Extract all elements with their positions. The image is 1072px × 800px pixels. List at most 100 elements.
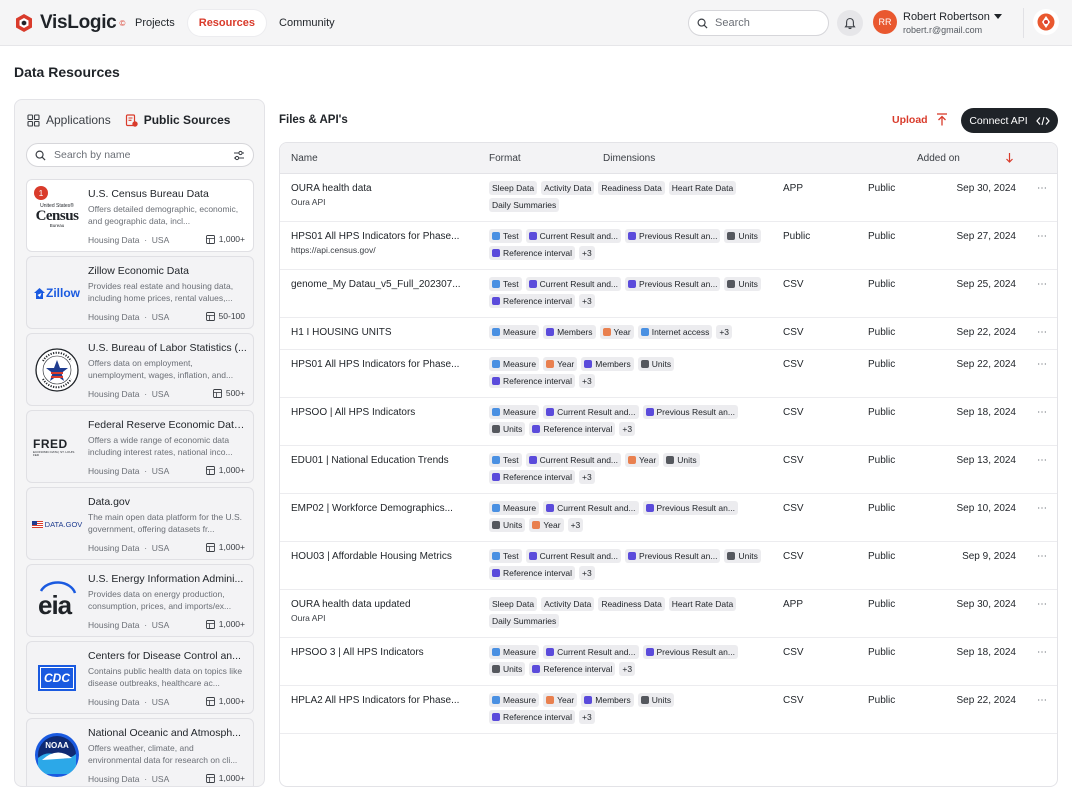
nav-projects[interactable]: Projects [124,10,186,36]
column-name[interactable]: Name [291,153,318,164]
dimension-tag-label: Current Result and... [539,279,619,289]
text-type-icon [492,360,500,368]
source-search-input[interactable] [54,149,225,161]
column-added-on[interactable]: Added on [917,153,960,164]
table-row[interactable]: HPS01 All HPS Indicators for Phase... htt… [280,222,1057,270]
global-search-input[interactable] [715,17,815,29]
source-title: Data.gov [88,496,131,508]
vislogic-logo-icon [16,14,32,32]
source-region: USA [151,235,170,245]
nav-community[interactable]: Community [268,10,346,36]
dimension-tag: Activity Data [541,181,595,195]
source-card[interactable]: U.S. Bureau of Labor Statistics (... Offe… [26,333,254,406]
source-count-value: 500+ [225,388,245,398]
tab-public-sources[interactable]: Public Sources [125,113,230,127]
more-options-icon[interactable]: ⋯ [1037,327,1048,338]
more-options-icon[interactable]: ⋯ [1037,359,1048,370]
nav-resources[interactable]: Resources [187,10,267,36]
column-format[interactable]: Format [489,153,521,164]
dimension-tag-label: Units [503,664,523,674]
app-switcher-button[interactable] [1033,9,1059,35]
more-dimensions-badge[interactable]: +3 [578,294,595,308]
more-options-icon[interactable]: ⋯ [1037,231,1048,242]
source-card[interactable]: United States® Census Bureau 1 U.S. Census B… [26,179,254,252]
global-search[interactable] [688,10,829,36]
source-description: Provides data on energy production, cons… [88,589,232,611]
dimension-tag-label: Activity Data [544,183,592,193]
more-dimensions-badge[interactable]: +3 [578,374,595,388]
table-row[interactable]: OURA health data updated Oura API Sleep Da… [280,590,1057,638]
user-avatar[interactable]: RR [873,10,897,34]
more-options-icon[interactable]: ⋯ [1037,503,1048,514]
more-dimensions-badge[interactable]: +3 [578,710,595,724]
source-region: USA [151,312,170,322]
table-row[interactable]: H1 I HOUSING UNITS Measure Members Year Inte… [280,318,1057,350]
brand-name: VisLogic [40,12,117,33]
row-access: Public [868,231,896,242]
source-count: 1,000+ [205,773,245,783]
more-options-icon[interactable]: ⋯ [1037,551,1048,562]
more-options-icon[interactable]: ⋯ [1037,599,1048,610]
ref-type-icon [645,408,654,416]
table-row[interactable]: OURA health data Oura API Sleep Data Activi… [280,174,1057,222]
more-options-icon[interactable]: ⋯ [1037,183,1048,194]
table-row[interactable]: EDU01 | National Education Trends Test Cur… [280,446,1057,494]
source-card[interactable]: CDC Centers for Disease Control an... Cont… [26,641,254,714]
dimension-tag-label: Units [738,279,758,289]
table-row[interactable]: HOU03 | Affordable Housing Metrics Test Cu… [280,542,1057,590]
table-row[interactable]: HPSOO | All HPS Indicators Measure Current… [280,398,1057,446]
notifications-button[interactable] [837,10,863,36]
text-type-icon [492,552,500,560]
connect-api-button[interactable]: Connect API [961,108,1058,133]
dimension-tag: Previous Result an... [625,229,721,243]
upload-button[interactable]: Upload [892,113,948,126]
table-row[interactable]: genome_My Datau_v5_Full_202307... Test Cur… [280,270,1057,318]
more-options-icon[interactable]: ⋯ [1037,695,1048,706]
source-type-tabs: Applications Public Sources [27,113,230,127]
table-row[interactable]: HPLA2 All HPS Indicators for Phase... Mea… [280,686,1057,734]
more-dimensions-badge[interactable]: +3 [716,325,733,339]
table-row[interactable]: EMP02 | Workforce Demographics... Measure… [280,494,1057,542]
tab-applications[interactable]: Applications [27,113,111,127]
source-meta: Housing Data · USA [88,774,170,784]
source-card[interactable]: FRED ECONOMIC DATA | ST. LOUIS FED Federal… [26,410,254,483]
more-dimensions-badge[interactable]: +3 [578,566,595,580]
more-dimensions-badge[interactable]: +3 [578,470,595,484]
dimension-tag: Heart Rate Data [668,597,737,611]
source-search[interactable] [26,143,254,167]
dimension-tag: Units [724,277,761,291]
source-region: USA [151,389,170,399]
more-dimensions-badge[interactable]: +3 [619,662,636,676]
table-row[interactable]: HPSOO 3 | All HPS Indicators Measure Curre… [280,638,1057,686]
more-dimensions-badge[interactable]: +3 [567,518,584,532]
row-name: HPS01 All HPS Indicators for Phase... [291,231,460,242]
ref-type-icon [628,280,637,288]
row-date: Sep 22, 2024 [956,695,1017,706]
filter-sliders-icon[interactable] [233,150,245,161]
source-meta: Housing Data · USA [88,543,170,553]
caret-down-icon[interactable] [994,14,1002,20]
more-options-icon[interactable]: ⋯ [1037,647,1048,658]
source-card[interactable]: Zillow Zillow Economic Data Provides real … [26,256,254,329]
ref-type-icon [546,408,555,416]
table-row[interactable]: HPS01 All HPS Indicators for Phase... Mea… [280,350,1057,398]
source-card[interactable]: DATA.GOV Data.gov The main open data platf… [26,487,254,560]
unit-type-icon [727,280,736,288]
column-dimensions[interactable]: Dimensions [603,153,655,164]
more-options-icon[interactable]: ⋯ [1037,407,1048,418]
more-options-icon[interactable]: ⋯ [1037,279,1048,290]
sort-arrow-down-icon[interactable] [1005,152,1014,163]
vislogic-logo[interactable]: VisLogic © [14,12,125,34]
dimension-tag-label: Units [738,231,758,241]
row-name: EMP02 | Workforce Demographics... [291,503,453,514]
source-card[interactable]: eia U.S. Energy Information Admini... Prov… [26,564,254,637]
row-dimensions: Test Current Result and... Previous Result… [489,277,763,308]
dimension-tag-label: Measure [503,647,537,657]
source-card[interactable]: NOAA National Oceanic and Atmosph... Offer… [26,718,254,786]
user-name[interactable]: Robert Robertson [903,11,990,23]
more-dimensions-badge[interactable]: +3 [619,422,636,436]
dimension-tag: Units [724,229,761,243]
dimension-tag-label: Current Result and... [539,551,619,561]
more-options-icon[interactable]: ⋯ [1037,455,1048,466]
more-dimensions-badge[interactable]: +3 [578,246,595,260]
